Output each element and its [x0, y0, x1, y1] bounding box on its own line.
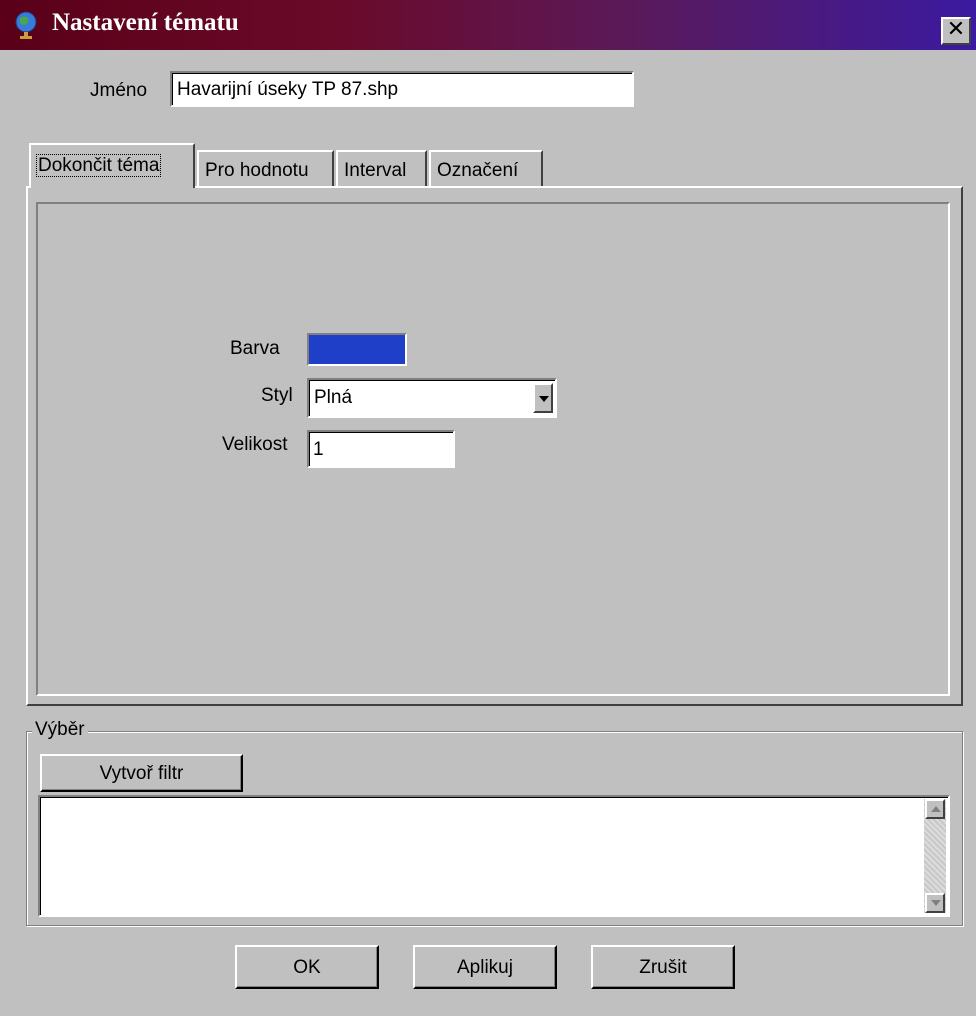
chevron-down-icon[interactable]: [533, 383, 553, 413]
window-title: Nastavení tématu: [52, 9, 239, 36]
apply-button[interactable]: Aplikuj: [413, 945, 557, 989]
close-button[interactable]: ✕: [941, 17, 971, 45]
tab-dokoncit-tema[interactable]: Dokončit téma: [29, 143, 195, 188]
create-filter-button[interactable]: Vytvoř filtr: [40, 754, 243, 792]
scroll-up-icon[interactable]: [925, 799, 945, 819]
tab-oznaceni[interactable]: Označení: [429, 150, 543, 188]
style-select[interactable]: Plná: [307, 378, 557, 418]
vertical-scrollbar[interactable]: [924, 799, 946, 913]
name-input[interactable]: Havarijní úseky TP 87.shp: [170, 71, 634, 107]
tab-pro-hodnotu[interactable]: Pro hodnotu: [197, 150, 334, 188]
ok-button[interactable]: OK: [235, 945, 379, 989]
cancel-button[interactable]: Zrušit: [591, 945, 735, 989]
globe-icon: [12, 10, 40, 40]
size-input[interactable]: 1: [307, 430, 455, 468]
color-label: Barva: [230, 338, 280, 359]
name-label: Jméno: [90, 80, 148, 101]
tab-label: Pro hodnotu: [205, 160, 309, 181]
tab-interval[interactable]: Interval: [336, 150, 427, 188]
scroll-down-icon[interactable]: [925, 893, 945, 913]
selection-legend: Výběr: [32, 719, 88, 741]
style-value: Plná: [314, 387, 353, 408]
tab-label: Označení: [437, 160, 519, 181]
close-icon: ✕: [946, 17, 966, 42]
tab-content-frame: [36, 202, 950, 696]
tab-label: Interval: [344, 160, 407, 181]
tab-label: Dokončit téma: [35, 154, 162, 177]
size-label: Velikost: [222, 434, 288, 455]
color-swatch[interactable]: [307, 333, 407, 366]
style-label: Styl: [261, 385, 293, 406]
filter-textarea[interactable]: [38, 795, 950, 917]
